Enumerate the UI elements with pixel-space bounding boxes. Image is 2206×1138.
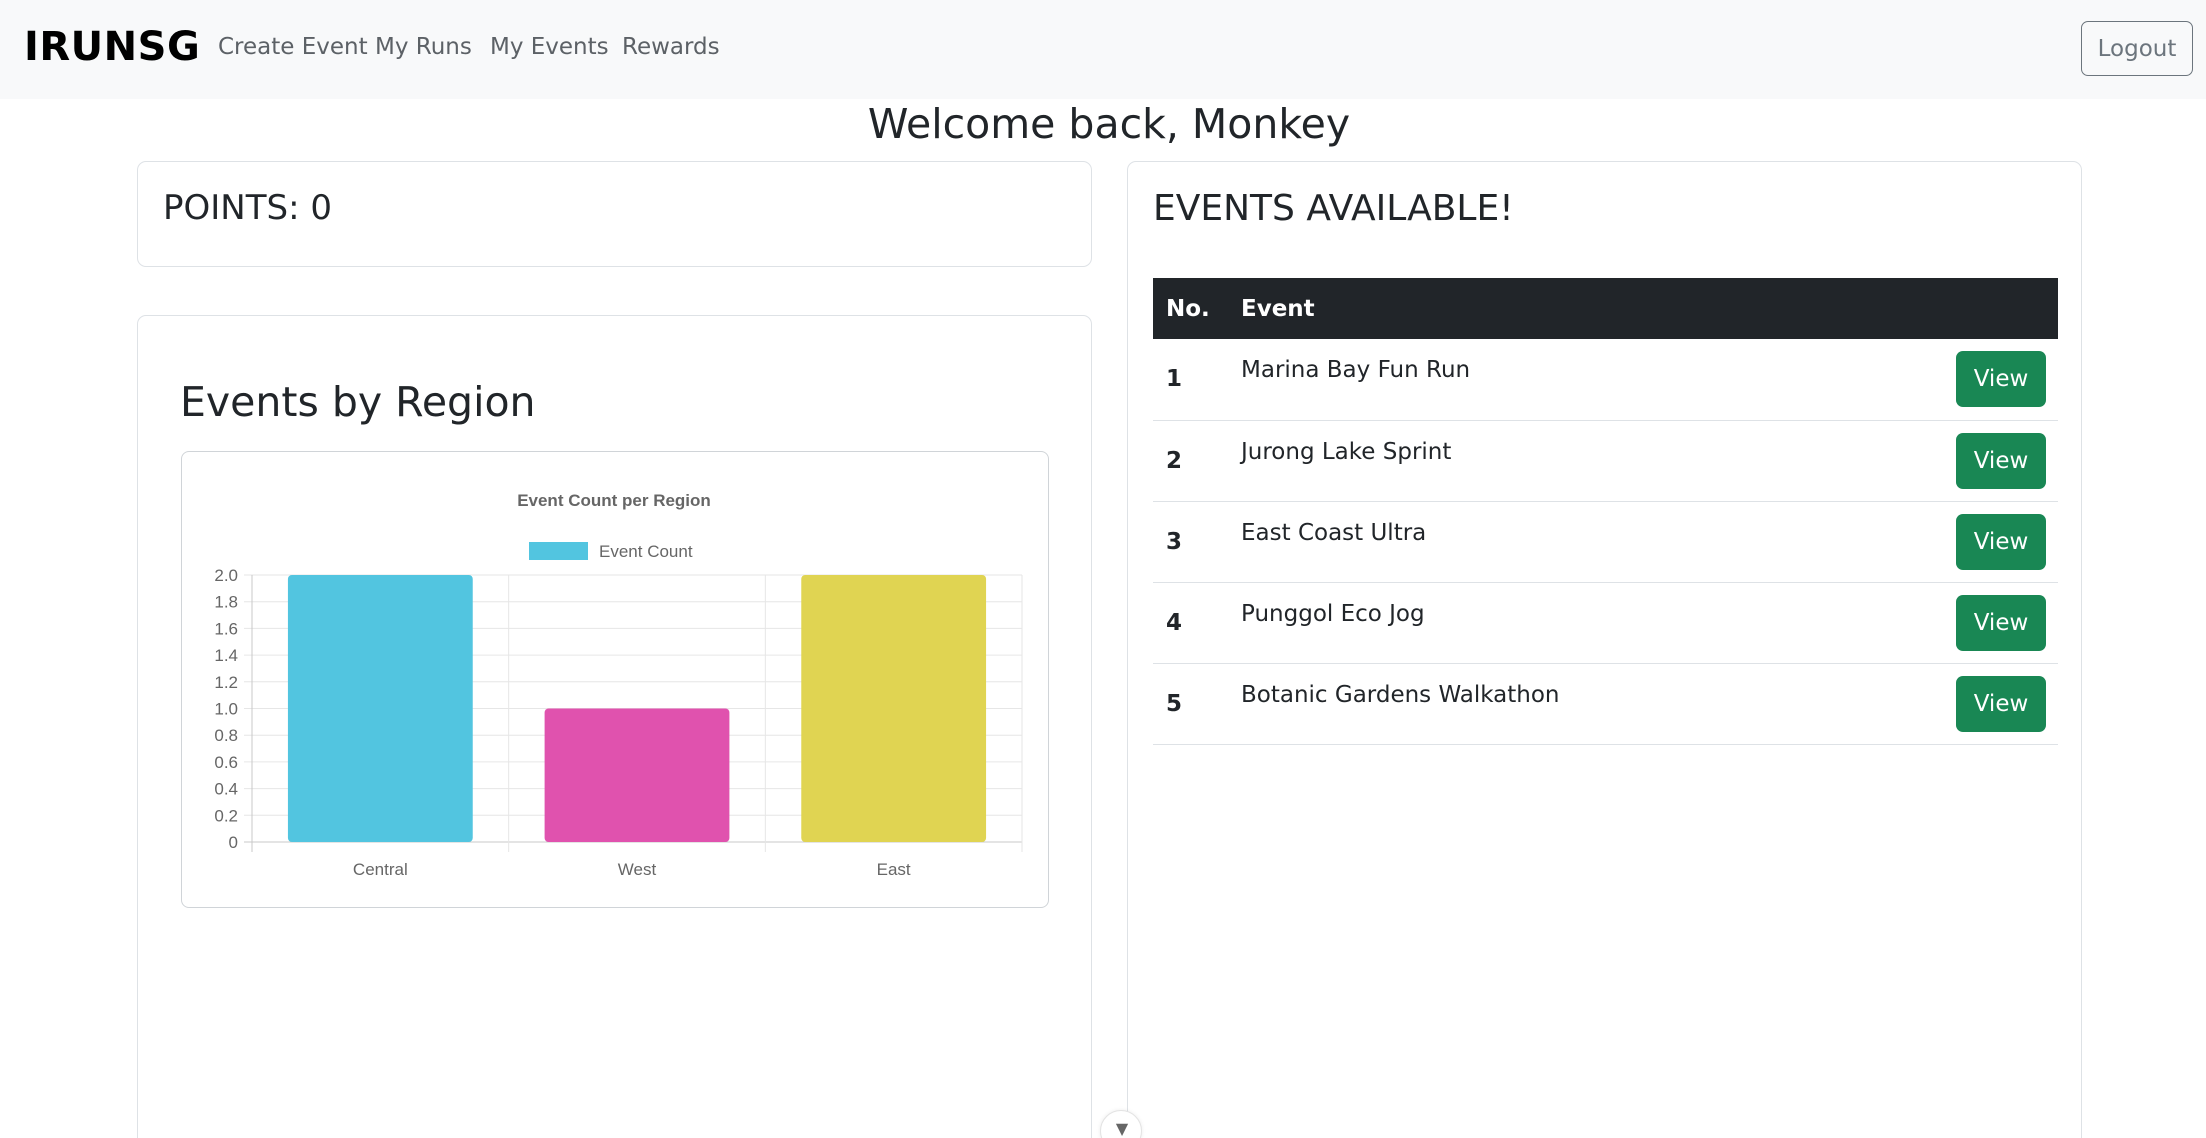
table-row: 5 Botanic Gardens Walkathon View bbox=[1153, 663, 2058, 744]
event-name: East Coast Ultra bbox=[1241, 519, 1427, 546]
chart-title: Event Count per Region bbox=[517, 491, 711, 510]
events-title: EVENTS AVAILABLE! bbox=[1153, 188, 1514, 229]
event-name: Marina Bay Fun Run bbox=[1241, 357, 1471, 384]
region-chart-card: Events by Region Event Count per Region E… bbox=[137, 315, 1092, 1138]
event-name: Botanic Gardens Walkathon bbox=[1241, 681, 1560, 708]
y-tick-label: 1.4 bbox=[214, 646, 238, 665]
page-title: Welcome back, Monkey bbox=[867, 100, 1351, 148]
y-tick-label: 0.4 bbox=[214, 780, 238, 799]
legend-swatch bbox=[529, 542, 588, 560]
y-tick-label: 1.2 bbox=[214, 673, 238, 692]
y-tick-label: 2.0 bbox=[214, 566, 238, 585]
event-number: 4 bbox=[1166, 609, 1183, 636]
logout-button[interactable]: Logout bbox=[2081, 21, 2193, 76]
points-card: POINTS: 0 bbox=[137, 161, 1092, 267]
y-tick-label: 0.8 bbox=[214, 726, 238, 745]
y-tick-label: 1.6 bbox=[214, 619, 238, 638]
region-chart-title: Events by Region bbox=[180, 378, 536, 426]
view-button[interactable]: View bbox=[1956, 675, 2046, 732]
table-row: 1 Marina Bay Fun Run View bbox=[1153, 339, 2058, 420]
view-button[interactable]: View bbox=[1956, 351, 2046, 408]
bar-chart: Event Count per Region Event Count 0 0.2 0.4… bbox=[214, 491, 1023, 879]
event-number: 2 bbox=[1166, 447, 1183, 474]
event-number: 3 bbox=[1166, 528, 1183, 555]
nav-create-event[interactable]: Create Event bbox=[218, 34, 368, 60]
events-table: No. Event 1 Marina Bay Fun Run View 2 Ju… bbox=[1153, 278, 2058, 745]
bar-central bbox=[287, 575, 473, 842]
y-tick-label: 0.6 bbox=[214, 753, 238, 772]
brand-logo[interactable]: IRUNSG bbox=[24, 24, 200, 70]
bar-west bbox=[544, 708, 730, 842]
chart-container: Event Count per Region Event Count 0 0.2 0.4… bbox=[181, 451, 1049, 908]
table-row: 3 East Coast Ultra View bbox=[1153, 501, 2058, 582]
x-tick-label: Central bbox=[353, 860, 408, 879]
x-tick-label: West bbox=[618, 860, 657, 879]
events-card: EVENTS AVAILABLE! No. Event 1 Marina Bay… bbox=[1127, 161, 2082, 1138]
y-tick-label: 1.0 bbox=[214, 700, 238, 719]
bar-east bbox=[801, 575, 987, 842]
nav-my-runs[interactable]: My Runs bbox=[375, 34, 472, 60]
chevron-down-icon: ▼ bbox=[1115, 1119, 1129, 1138]
event-number: 5 bbox=[1166, 690, 1183, 717]
event-name: Jurong Lake Sprint bbox=[1241, 438, 1452, 465]
view-button[interactable]: View bbox=[1956, 594, 2046, 651]
y-tick-label: 1.8 bbox=[214, 593, 238, 612]
navbar: IRUNSG Create Event My Runs My Events Re… bbox=[0, 0, 2206, 99]
points-label: POINTS: 0 bbox=[163, 188, 332, 228]
nav-my-events[interactable]: My Events bbox=[490, 34, 609, 60]
view-button[interactable]: View bbox=[1956, 513, 2046, 570]
legend-label: Event Count bbox=[599, 542, 693, 561]
y-tick-label: 0.2 bbox=[214, 806, 238, 825]
x-tick-label: East bbox=[877, 860, 911, 879]
table-row: 4 Punggol Eco Jog View bbox=[1153, 582, 2058, 663]
nav-rewards[interactable]: Rewards bbox=[622, 34, 720, 60]
header-no: No. bbox=[1166, 295, 1210, 322]
y-tick-label: 0 bbox=[229, 833, 238, 852]
event-name: Punggol Eco Jog bbox=[1241, 600, 1425, 627]
event-number: 1 bbox=[1166, 366, 1183, 393]
table-row: 2 Jurong Lake Sprint View bbox=[1153, 420, 2058, 501]
view-button[interactable]: View bbox=[1956, 432, 2046, 489]
header-action bbox=[1860, 278, 2058, 339]
